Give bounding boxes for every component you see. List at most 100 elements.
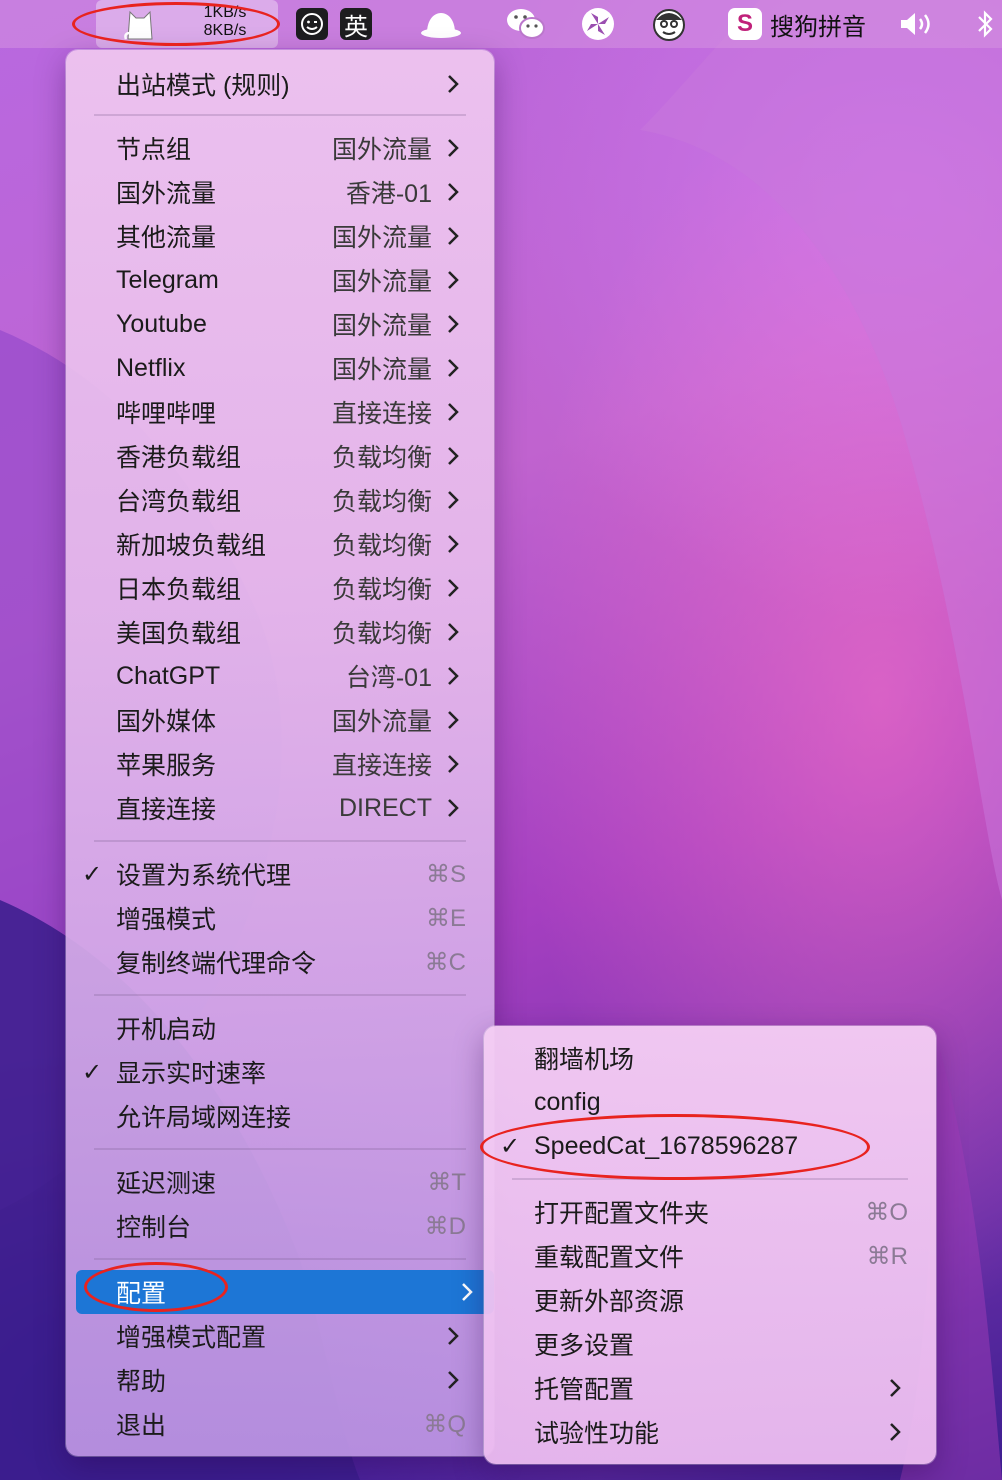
proxy-group-item[interactable]: 国外流量 香港-01 bbox=[76, 170, 484, 214]
separator bbox=[94, 1148, 466, 1150]
chevron-right-icon bbox=[448, 359, 459, 377]
enhanced-config-item[interactable]: 增强模式配置 bbox=[76, 1314, 484, 1358]
chevron-right-icon bbox=[448, 447, 459, 465]
shortcut-label: ⌘E bbox=[425, 904, 466, 932]
proxy-group-name: 苹果服务 bbox=[116, 752, 217, 780]
proxy-group-name: Telegram bbox=[116, 265, 219, 294]
proxy-group-item[interactable]: 节点组 国外流量 bbox=[76, 126, 484, 170]
pinwheel-icon[interactable] bbox=[580, 0, 616, 48]
profile-item-selected[interactable]: ✓ SpeedCat_1678596287 bbox=[494, 1124, 926, 1168]
proxy-group-selection: 负载均衡 bbox=[331, 532, 432, 560]
show-speed-item[interactable]: ✓ 显示实时速率 bbox=[76, 1050, 484, 1094]
proxy-group-name: Youtube bbox=[116, 309, 207, 338]
face-icon[interactable] bbox=[650, 0, 688, 48]
more-settings-item[interactable]: 更多设置 bbox=[494, 1322, 926, 1366]
proxy-group-name: 香港负载组 bbox=[116, 444, 242, 472]
help-item[interactable]: 帮助 bbox=[76, 1358, 484, 1402]
copy-terminal-proxy-item[interactable]: 复制终端代理命令 ⌘C bbox=[76, 940, 484, 984]
proxy-group-selection: 国外流量 bbox=[331, 356, 432, 384]
proxy-group-name: 直接连接 bbox=[116, 796, 217, 824]
proxy-group-item[interactable]: 香港负载组 负载均衡 bbox=[76, 434, 484, 478]
shortcut-label: ⌘C bbox=[424, 948, 466, 976]
proxy-group-item[interactable]: Telegram 国外流量 bbox=[76, 258, 484, 302]
proxy-group-name: 台湾负载组 bbox=[116, 488, 242, 516]
dashboard-item[interactable]: 控制台 ⌘D bbox=[76, 1204, 484, 1248]
open-config-folder-item[interactable]: 打开配置文件夹 ⌘O bbox=[494, 1190, 926, 1234]
proxy-group-selection: 国外流量 bbox=[331, 136, 432, 164]
proxy-group-item[interactable]: 台湾负载组 负载均衡 bbox=[76, 478, 484, 522]
volume-icon[interactable] bbox=[896, 0, 940, 48]
chevron-right-icon bbox=[448, 1327, 459, 1345]
proxy-group-item[interactable]: ChatGPT 台湾-01 bbox=[76, 654, 484, 698]
proxy-group-item[interactable]: 新加坡负载组 负载均衡 bbox=[76, 522, 484, 566]
shortcut-label: ⌘Q bbox=[423, 1410, 466, 1438]
outbound-mode-item[interactable]: 出站模式 (规则) bbox=[76, 62, 484, 106]
shortcut-label: ⌘O bbox=[865, 1198, 908, 1226]
chevron-right-icon bbox=[448, 579, 459, 597]
cloud-icon[interactable] bbox=[418, 0, 464, 48]
proxy-group-selection: 国外流量 bbox=[331, 268, 432, 296]
proxy-group-selection: 负载均衡 bbox=[331, 576, 432, 604]
chevron-right-icon bbox=[448, 1371, 459, 1389]
proxy-group-item[interactable]: 其他流量 国外流量 bbox=[76, 214, 484, 258]
download-speed: 8KB/s bbox=[203, 22, 247, 39]
chevron-right-icon bbox=[890, 1379, 901, 1397]
launch-at-login-item[interactable]: 开机启动 bbox=[76, 1006, 484, 1050]
separator bbox=[94, 840, 466, 842]
sogou-icon: S bbox=[728, 8, 762, 40]
shortcut-label: ⌘D bbox=[424, 1212, 466, 1240]
shortcut-label: ⌘R bbox=[866, 1242, 908, 1270]
chevron-right-icon bbox=[448, 755, 459, 773]
proxy-group-item[interactable]: 国外媒体 国外流量 bbox=[76, 698, 484, 742]
config-submenu: 翻墙机场 config ✓ SpeedCat_1678596287 打开配置文件… bbox=[484, 1026, 936, 1464]
chevron-right-icon bbox=[448, 403, 459, 421]
proxy-group-item[interactable]: 日本负载组 负载均衡 bbox=[76, 566, 484, 610]
separator bbox=[94, 114, 466, 116]
proxy-group-name: 美国负载组 bbox=[116, 620, 242, 648]
proxy-group-item[interactable]: 美国负载组 负载均衡 bbox=[76, 610, 484, 654]
proxy-group-selection: 直接连接 bbox=[331, 400, 432, 428]
proxy-group-name: 日本负载组 bbox=[116, 576, 242, 604]
english-input-icon[interactable]: 英 bbox=[340, 0, 372, 48]
chevron-right-icon bbox=[448, 667, 459, 685]
chevron-right-icon bbox=[448, 271, 459, 289]
profile-item[interactable]: config bbox=[494, 1080, 926, 1124]
speed-readout: 1KB/s 8KB/s bbox=[190, 4, 260, 40]
outbound-mode-label: 出站模式 (规则) bbox=[116, 72, 290, 100]
upload-speed: 1KB/s bbox=[203, 4, 247, 21]
proxy-group-name: 国外媒体 bbox=[116, 708, 217, 736]
wechat-icon[interactable] bbox=[504, 0, 548, 48]
latency-test-item[interactable]: 延迟测速 ⌘T bbox=[76, 1160, 484, 1204]
proxy-group-selection: 台湾-01 bbox=[345, 664, 432, 692]
chevron-right-icon bbox=[448, 315, 459, 333]
proxy-group-item[interactable]: Youtube 国外流量 bbox=[76, 302, 484, 346]
chevron-right-icon bbox=[448, 799, 459, 817]
chevron-right-icon bbox=[448, 623, 459, 641]
config-item[interactable]: 配置 bbox=[76, 1270, 494, 1314]
reload-config-item[interactable]: 重载配置文件 ⌘R bbox=[494, 1234, 926, 1278]
experimental-features-item[interactable]: 试验性功能 bbox=[494, 1410, 926, 1454]
enhanced-mode-item[interactable]: 增强模式 ⌘E bbox=[76, 896, 484, 940]
bluetooth-icon[interactable] bbox=[972, 0, 998, 48]
allow-lan-item[interactable]: 允许局域网连接 bbox=[76, 1094, 484, 1138]
set-system-proxy-item[interactable]: ✓ 设置为系统代理 ⌘S bbox=[76, 852, 484, 896]
emoji-face-icon[interactable] bbox=[296, 0, 328, 48]
proxy-group-name: ChatGPT bbox=[116, 661, 221, 690]
profile-item[interactable]: 翻墙机场 bbox=[494, 1036, 926, 1080]
proxy-group-item[interactable]: 哔哩哔哩 直接连接 bbox=[76, 390, 484, 434]
managed-config-item[interactable]: 托管配置 bbox=[494, 1366, 926, 1410]
chevron-right-icon bbox=[448, 183, 459, 201]
sogou-input-item[interactable]: S 搜狗拼音 bbox=[728, 8, 866, 41]
clash-cat-icon[interactable] bbox=[118, 0, 162, 48]
chevron-right-icon bbox=[448, 491, 459, 509]
proxy-group-item[interactable]: 苹果服务 直接连接 bbox=[76, 742, 484, 786]
checkmark-icon: ✓ bbox=[500, 1132, 521, 1160]
update-external-resources-item[interactable]: 更新外部资源 bbox=[494, 1278, 926, 1322]
quit-item[interactable]: 退出 ⌘Q bbox=[76, 1402, 484, 1446]
ime-name: 搜狗拼音 bbox=[770, 13, 866, 41]
proxy-group-item[interactable]: Netflix 国外流量 bbox=[76, 346, 484, 390]
proxy-group-name: 其他流量 bbox=[116, 224, 217, 252]
proxy-group-item[interactable]: 直接连接 DIRECT bbox=[76, 786, 484, 830]
proxy-group-selection: 负载均衡 bbox=[331, 444, 432, 472]
chevron-right-icon bbox=[890, 1423, 901, 1441]
